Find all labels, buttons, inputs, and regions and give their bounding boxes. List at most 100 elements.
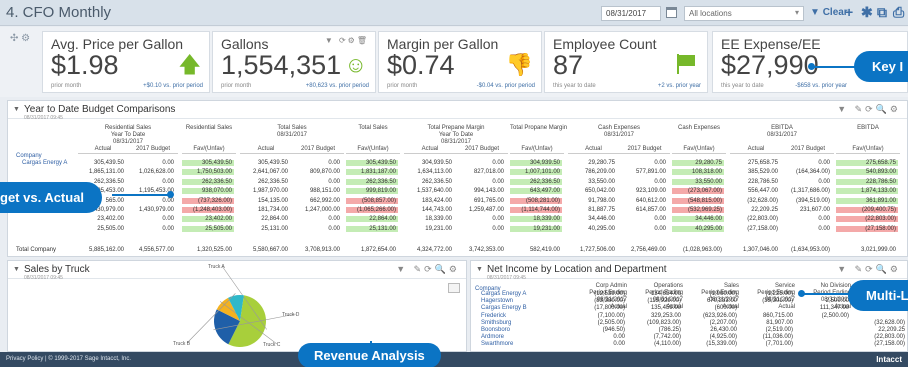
table-cell: 0.00	[162, 197, 174, 204]
table-cell: 262,336.50	[421, 178, 452, 185]
table-cell: 22,209.25	[878, 327, 905, 333]
copy-icon[interactable]: ⧉	[877, 5, 887, 19]
row-label[interactable]: Cargas Energy B	[481, 305, 527, 311]
table-cell: 29,280.75	[588, 160, 615, 166]
kpi-sub: prior month	[51, 83, 82, 89]
table-cell: (209,400.75)	[836, 207, 898, 213]
row-label[interactable]: Smithsburg	[481, 320, 511, 326]
column-header[interactable]: 2017 Budget	[456, 146, 508, 154]
clear-filter-button[interactable]: ▼ Clear	[810, 7, 848, 18]
table-cell: 22,864.00	[261, 216, 288, 223]
gear-icon[interactable]: ✱	[861, 5, 873, 19]
table-cell: (600.00)	[714, 305, 737, 312]
table-cell: 938,070.00	[182, 188, 234, 195]
table-cell: 582,419.00	[529, 247, 560, 253]
kpi-card-margin: Margin per Gallon $0.74 prior month -$0.…	[378, 31, 542, 93]
privacy-policy-link[interactable]: Privacy Policy | © 1999-2017 Sage Intacc…	[6, 356, 131, 362]
collapse-icon[interactable]: ▼	[476, 266, 483, 273]
column-header[interactable]: Fav/(Unfav)	[510, 146, 564, 154]
table-cell: 994,143.00	[473, 188, 504, 195]
table-cell: 0.00	[613, 341, 625, 348]
panel-tools[interactable]: ▼ ✎⟳🔍⚙	[837, 104, 901, 115]
table-cell: 0.00	[818, 160, 830, 166]
table-cell: 3,021,999.00	[860, 247, 896, 253]
table-cell: 0.00	[818, 178, 830, 185]
table-cell: 22,209.25	[751, 207, 778, 213]
column-header[interactable]: Actual	[240, 146, 292, 154]
table-cell: (27,158.00)	[874, 341, 905, 348]
print-icon[interactable]: ⎙	[893, 5, 904, 19]
callout-connector	[802, 293, 852, 295]
location-select-value: All locations	[689, 9, 732, 18]
column-header[interactable]: 2017 Budget	[128, 146, 178, 154]
table-cell: (1,248,403.00)	[182, 207, 234, 213]
table-cell: (32,628.00)	[874, 319, 905, 326]
table-cell: 3,742,353.00	[468, 247, 504, 253]
kpi-card-tools[interactable]: ▼ ⟳⚙🗑	[325, 36, 369, 45]
column-header[interactable]: Service Period Ending 08/31/2017 Actual	[739, 283, 795, 311]
table-cell: 262,336.50	[182, 178, 234, 185]
table-cell: 1,247,000.00	[304, 207, 340, 213]
table-cell: 577,891.00	[635, 169, 666, 176]
table-cell: (2,519.00)	[765, 327, 793, 333]
table-cell: 34,446.00	[672, 216, 724, 223]
table-cell: 827,018.00	[473, 169, 504, 176]
panel-tools[interactable]: ▼ ✎⟳🔍⚙	[837, 264, 901, 275]
row-label[interactable]: Hagerstown	[481, 298, 513, 304]
group-header: Cash Expenses	[677, 125, 721, 131]
column-header[interactable]: Actual	[78, 146, 128, 154]
row-label[interactable]: Ardmore	[481, 334, 504, 340]
column-header[interactable]: 2017 Budget	[619, 146, 670, 154]
table-cell: 305,439.50	[257, 160, 288, 166]
date-input[interactable]: 08/31/2017	[601, 6, 661, 21]
table-cell: (273,067.00)	[672, 188, 724, 195]
column-header[interactable]: Fav/(Unfav)	[672, 146, 726, 154]
table-cell: (7,701.00)	[765, 341, 793, 348]
row-label[interactable]: Frederick	[481, 313, 506, 319]
callout-dot	[798, 290, 805, 297]
calendar-icon[interactable]	[666, 7, 677, 18]
table-cell: (786.25)	[658, 327, 681, 333]
table-cell: 1,320,525.00	[196, 247, 232, 253]
table-cell: 1,874,133.00	[836, 188, 898, 195]
row-label[interactable]: Boonsboro	[481, 327, 510, 333]
table-cell: 305,439.50	[182, 160, 234, 166]
table-cell: 1,831,187.00	[346, 169, 398, 176]
row-label[interactable]: Swarthmore	[481, 341, 513, 347]
column-header[interactable]: 2017 Budget	[292, 146, 344, 154]
table-cell: 0.00	[162, 216, 174, 223]
column-header[interactable]: Actual	[568, 146, 619, 154]
panel-timestamp: 08/31/2017 09:45	[24, 115, 63, 121]
table-cell: (2,505.00)	[597, 319, 625, 326]
location-select[interactable]: All locations ▾	[684, 6, 804, 21]
table-cell: (17,800.00)	[594, 305, 625, 312]
table-cell: (623,926.00)	[702, 312, 737, 319]
table-cell: 0.00	[654, 178, 666, 185]
pie-label: Truck C	[263, 342, 281, 348]
column-header[interactable]: 2017 Budget	[782, 146, 834, 154]
column-header[interactable]: Fav/(Unfav)	[182, 146, 236, 154]
column-header[interactable]: Fav/(Unfav)	[836, 146, 900, 154]
table-cell: 33,550.00	[672, 178, 724, 185]
table-cell: 2,641,067.00	[252, 169, 288, 176]
collapse-icon[interactable]: ▼	[13, 106, 20, 113]
table-cell: 0.00	[492, 178, 504, 185]
callout-key: Key I	[854, 51, 908, 82]
callout-dot	[808, 63, 815, 70]
table-cell: 4,324,772.00	[416, 247, 452, 253]
table-cell: (22,803.00)	[836, 216, 898, 223]
table-cell: 23,402.00	[182, 216, 234, 223]
row-label[interactable]: Cargas Energy A	[22, 160, 67, 166]
callout-dot	[167, 191, 174, 198]
table-cell: (35,301.00)	[762, 298, 793, 305]
add-icon[interactable]: +	[845, 5, 853, 19]
column-header[interactable]: Actual	[404, 146, 456, 154]
table-cell: (1,317,686.00)	[790, 188, 830, 195]
row-label[interactable]: Cargas Energy A	[481, 291, 526, 297]
table-cell: (2,500.00)	[821, 312, 849, 319]
kpi-row-tools[interactable]: ✣ ⚙	[10, 33, 30, 44]
table-cell: (11,036.00)	[762, 334, 793, 341]
column-header[interactable]: Actual	[730, 146, 782, 154]
column-header[interactable]: Fav/(Unfav)	[346, 146, 400, 154]
table-cell: 1,026,628.00	[138, 169, 174, 176]
